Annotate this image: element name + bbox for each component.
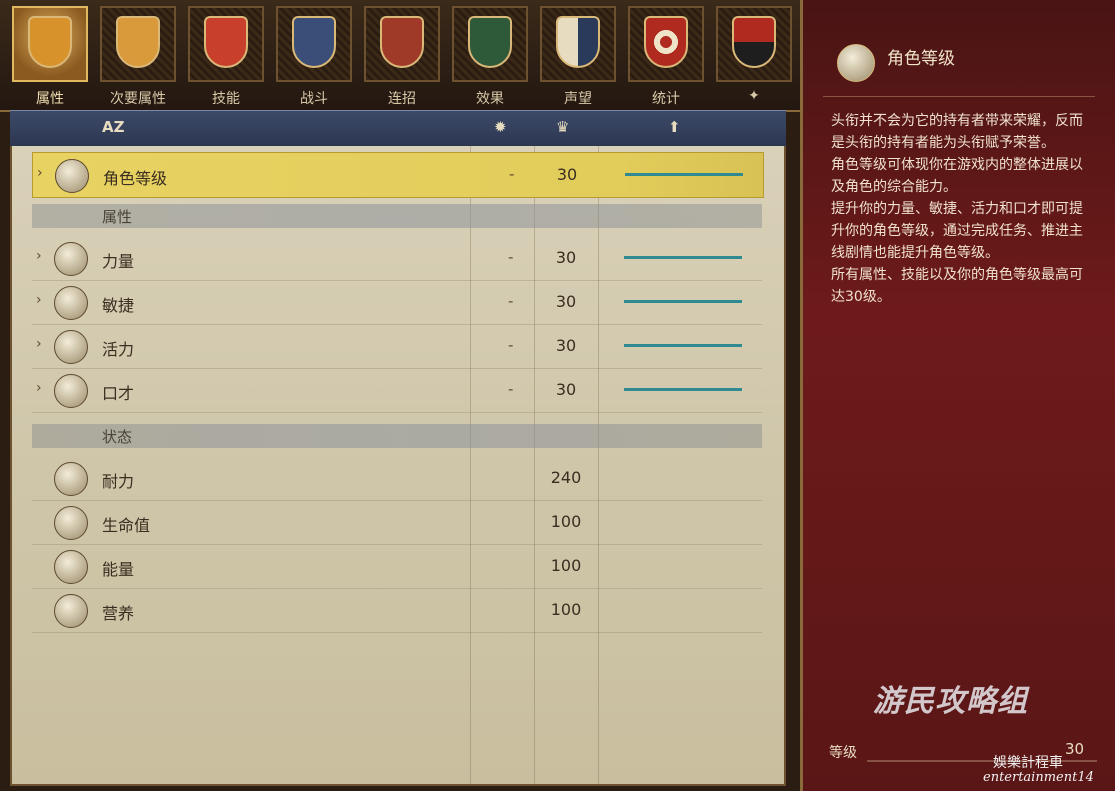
cross-shield-icon bbox=[116, 16, 160, 68]
tab-bar: 属性 次要属性 技能 战斗 连招 效果 声望 统计 ✦ bbox=[0, 0, 800, 112]
attribute-name: 口才 bbox=[102, 384, 135, 403]
level-orb-icon bbox=[837, 44, 875, 82]
list-item-character-level[interactable]: › 角色等级 - 30 bbox=[32, 152, 764, 198]
up-arrow-icon[interactable]: ⬆ bbox=[668, 118, 681, 136]
sort-az-button[interactable]: AZ bbox=[102, 118, 125, 136]
tab-combat[interactable]: 战斗 bbox=[272, 4, 356, 108]
watermark: 游民攻略组 bbox=[873, 684, 1028, 719]
level-label: 等级 bbox=[829, 745, 857, 761]
section-title: 属性 bbox=[102, 208, 133, 226]
info-title: 角色等级 bbox=[887, 49, 955, 69]
list-item-speech[interactable]: › 口才 - 30 bbox=[32, 368, 762, 413]
progress-bar bbox=[625, 173, 743, 176]
list-item-agility[interactable]: › 敏捷 - 30 bbox=[32, 280, 762, 325]
fist-shield-icon bbox=[468, 16, 512, 68]
attribute-value: 30 bbox=[555, 336, 577, 355]
status-name: 生命值 bbox=[102, 516, 151, 535]
attribute-name: 活力 bbox=[102, 340, 135, 359]
progress-bar bbox=[624, 388, 742, 391]
progress-bar bbox=[624, 300, 742, 303]
gear-icon[interactable]: ✹ bbox=[494, 118, 507, 136]
status-value: 100 bbox=[550, 512, 582, 531]
attribute-bonus: - bbox=[509, 165, 515, 183]
tab-label: 战斗 bbox=[300, 91, 328, 107]
target-shield-icon bbox=[644, 16, 688, 68]
vitality-icon bbox=[54, 330, 88, 364]
tab-label: 连招 bbox=[388, 91, 416, 107]
list-item-energy[interactable]: 能量 100 bbox=[32, 544, 762, 589]
column-header: AZ ✹ ♛ ⬆ bbox=[10, 110, 786, 148]
stamina-icon bbox=[54, 462, 88, 496]
attribute-bonus: - bbox=[508, 248, 514, 266]
crown-icon[interactable]: ♛ bbox=[556, 118, 569, 136]
list-item-health[interactable]: 生命值 100 bbox=[32, 500, 762, 545]
beast-shield-icon bbox=[732, 16, 776, 68]
section-header: 属性 bbox=[32, 204, 762, 228]
tab-effects[interactable]: 效果 bbox=[448, 4, 532, 108]
hand-shield-icon bbox=[204, 16, 248, 68]
attribute-name: 敏捷 bbox=[102, 296, 135, 315]
attribute-value: 30 bbox=[555, 248, 577, 267]
list-item-vitality[interactable]: › 活力 - 30 bbox=[32, 324, 762, 369]
section-title: 状态 bbox=[102, 428, 133, 446]
tab-label: 次要属性 bbox=[110, 91, 166, 107]
watermark-tertiary: entertainment14 bbox=[983, 770, 1094, 785]
tab-label: ✦ bbox=[748, 88, 760, 104]
attribute-list: › 角色等级 - 30 属性 › 力量 - 30 › 敏捷 - 30 › 活力 … bbox=[10, 146, 786, 786]
attribute-name: 角色等级 bbox=[103, 169, 168, 188]
attribute-name: 力量 bbox=[102, 252, 135, 271]
attribute-value: 30 bbox=[555, 292, 577, 311]
status-value: 240 bbox=[550, 468, 582, 487]
list-item-stamina[interactable]: 耐力 240 bbox=[32, 456, 762, 501]
tab-reputation[interactable]: 声望 bbox=[536, 4, 620, 108]
attribute-bonus: - bbox=[508, 380, 514, 398]
tab-attributes[interactable]: 属性 bbox=[8, 4, 92, 108]
info-panel: 角色等级 头衔并不会为它的持有者带来荣耀，反而是头衔的持有者能为头衔赋予荣誉。 … bbox=[800, 0, 1115, 791]
tab-label: 声望 bbox=[564, 91, 592, 107]
sword-shield-icon bbox=[292, 16, 336, 68]
expand-arrow-icon[interactable]: › bbox=[36, 292, 42, 308]
tab-secondary-attributes[interactable]: 次要属性 bbox=[96, 4, 180, 108]
tab-skills[interactable]: 技能 bbox=[184, 4, 268, 108]
status-value: 100 bbox=[550, 600, 582, 619]
agility-icon bbox=[54, 286, 88, 320]
attribute-bonus: - bbox=[508, 336, 514, 354]
banner-shield-icon bbox=[556, 16, 600, 68]
lion-shield-icon bbox=[28, 16, 72, 68]
status-name: 能量 bbox=[102, 560, 135, 579]
progress-bar bbox=[624, 344, 742, 347]
list-item-nutrition[interactable]: 营养 100 bbox=[32, 588, 762, 633]
section-header: 状态 bbox=[32, 424, 762, 448]
status-name: 耐力 bbox=[102, 472, 135, 491]
tab-combos[interactable]: 连招 bbox=[360, 4, 444, 108]
tab-more[interactable]: ✦ bbox=[712, 4, 796, 108]
info-description: 头衔并不会为它的持有者带来荣耀，反而是头衔的持有者能为头衔赋予荣誉。 角色等级可… bbox=[831, 113, 1083, 305]
tab-label: 统计 bbox=[652, 91, 680, 107]
level-orb-icon bbox=[55, 159, 89, 193]
level-value: 30 bbox=[1065, 740, 1085, 758]
energy-icon bbox=[54, 550, 88, 584]
expand-arrow-icon[interactable]: › bbox=[37, 165, 43, 181]
watermark-secondary: 娛樂計程車 bbox=[993, 755, 1063, 771]
tab-label: 属性 bbox=[36, 91, 64, 107]
speech-icon bbox=[54, 374, 88, 408]
strength-icon bbox=[54, 242, 88, 276]
attribute-bonus: - bbox=[508, 292, 514, 310]
expand-arrow-icon[interactable]: › bbox=[36, 248, 42, 264]
list-item-strength[interactable]: › 力量 - 30 bbox=[32, 236, 762, 281]
expand-arrow-icon[interactable]: › bbox=[36, 336, 42, 352]
attribute-value: 30 bbox=[556, 165, 578, 184]
progress-bar bbox=[624, 256, 742, 259]
arms-shield-icon bbox=[380, 16, 424, 68]
expand-arrow-icon[interactable]: › bbox=[36, 380, 42, 396]
nutrition-icon bbox=[54, 594, 88, 628]
health-icon bbox=[54, 506, 88, 540]
status-value: 100 bbox=[550, 556, 582, 575]
tab-label: 效果 bbox=[476, 91, 504, 107]
status-name: 营养 bbox=[102, 604, 135, 623]
tab-label: 技能 bbox=[212, 91, 240, 107]
tab-statistics[interactable]: 统计 bbox=[624, 4, 708, 108]
divider bbox=[823, 96, 1095, 97]
attribute-value: 30 bbox=[555, 380, 577, 399]
